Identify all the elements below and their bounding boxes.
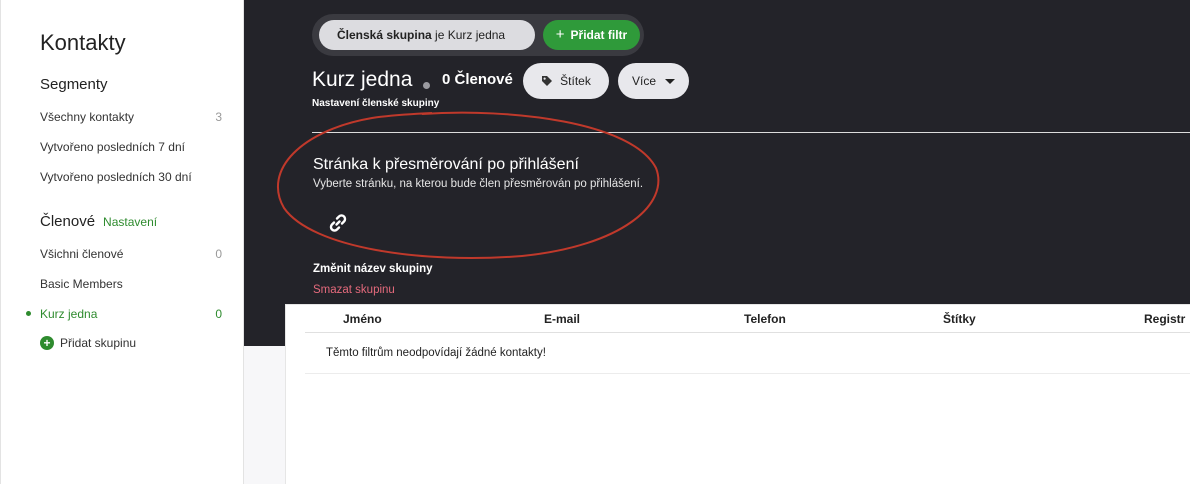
redirect-section-description: Vyberte stránku, na kterou bude člen pře…: [313, 178, 644, 190]
sidebar-item-basic-members[interactable]: Basic Members: [40, 277, 222, 291]
sidebar-item-label: Vytvořeno posledních 30 dní: [40, 170, 192, 184]
app-root: Kontakty Segmenty Všechny kontakty 3 Vyt…: [0, 0, 1190, 484]
plus-icon: +: [555, 26, 565, 43]
delete-group-link[interactable]: Smazat skupinu: [313, 284, 395, 296]
tag-icon: [542, 76, 553, 86]
sidebar: Kontakty Segmenty Všechny kontakty 3 Vyt…: [0, 0, 244, 484]
sidebar-item-all-members[interactable]: Všichni členové 0: [40, 247, 222, 261]
sidebar-item-label: Všechny kontakty: [40, 110, 135, 124]
sidebar-item-count: 0: [215, 247, 222, 261]
sidebar-item-count: 0: [215, 307, 222, 321]
tag-button-label: Štítek: [560, 74, 591, 88]
sidebar-item-created-7-days[interactable]: Vytvořeno posledních 7 dní: [40, 140, 222, 154]
add-filter-label: Přidat filtr: [570, 28, 628, 42]
table-header-divider: [305, 332, 1190, 333]
more-button-label: Více: [631, 74, 656, 88]
contacts-table: [285, 304, 1190, 484]
redirect-section-title: Stránka k přesměrování po přihlášení: [313, 156, 579, 173]
sidebar-title: Kontakty: [40, 30, 126, 55]
column-header-registered[interactable]: Registr: [1144, 312, 1185, 326]
members-heading: Členové Nastavení: [40, 213, 157, 230]
column-header-email[interactable]: E-mail: [544, 312, 580, 326]
sidebar-item-kurz-jedna[interactable]: Kurz jedna 0: [40, 307, 222, 321]
sidebar-item-all-contacts[interactable]: Všechny kontakty 3: [40, 110, 222, 124]
segments-heading: Segmenty: [40, 76, 108, 93]
add-filter-button[interactable]: + Přidat filtr: [543, 20, 640, 50]
sidebar-item-label: Basic Members: [40, 277, 123, 291]
content-gutter: [244, 346, 285, 484]
divider: [312, 132, 1190, 133]
page-title: Kurz jedna: [312, 68, 413, 91]
members-count: 0 Členové: [442, 71, 513, 88]
add-group-button[interactable]: + Přidat skupinu: [40, 336, 136, 350]
filter-chip[interactable]: Členská skupina je Kurz jedna: [319, 20, 535, 50]
sidebar-item-count: 3: [215, 110, 222, 124]
link-icon[interactable]: [326, 211, 350, 235]
sidebar-item-label: Vytvořeno posledních 7 dní: [40, 140, 185, 154]
sidebar-item-label: Všichni členové: [40, 247, 124, 261]
column-header-tags[interactable]: Štítky: [943, 312, 976, 326]
sidebar-item-created-30-days[interactable]: Vytvořeno posledních 30 dní: [40, 170, 222, 184]
members-settings-link[interactable]: Nastavení: [103, 215, 157, 229]
sidebar-item-label: Kurz jedna: [40, 307, 98, 321]
chevron-down-icon: [665, 78, 675, 84]
rename-group-link[interactable]: Změnit název skupiny: [313, 263, 433, 275]
table-row-divider: [305, 373, 1190, 374]
tag-button[interactable]: Štítek: [523, 63, 609, 99]
filter-field: Členská skupina: [337, 28, 432, 42]
filter-value: je Kurz jedna: [431, 28, 506, 42]
members-heading-label: Členové: [40, 213, 96, 230]
column-header-name[interactable]: Jméno: [343, 312, 382, 326]
separator-dot: [423, 82, 430, 89]
column-header-phone[interactable]: Telefon: [744, 312, 786, 326]
active-indicator-dot: [26, 311, 31, 316]
plus-circle-icon: +: [40, 336, 54, 350]
empty-table-message: Těmto filtrům neodpovídají žádné kontakt…: [326, 347, 546, 359]
group-settings-link[interactable]: Nastavení členské skupiny: [312, 98, 439, 109]
more-dropdown-button[interactable]: Více: [618, 63, 689, 99]
add-group-label: Přidat skupinu: [60, 336, 137, 350]
